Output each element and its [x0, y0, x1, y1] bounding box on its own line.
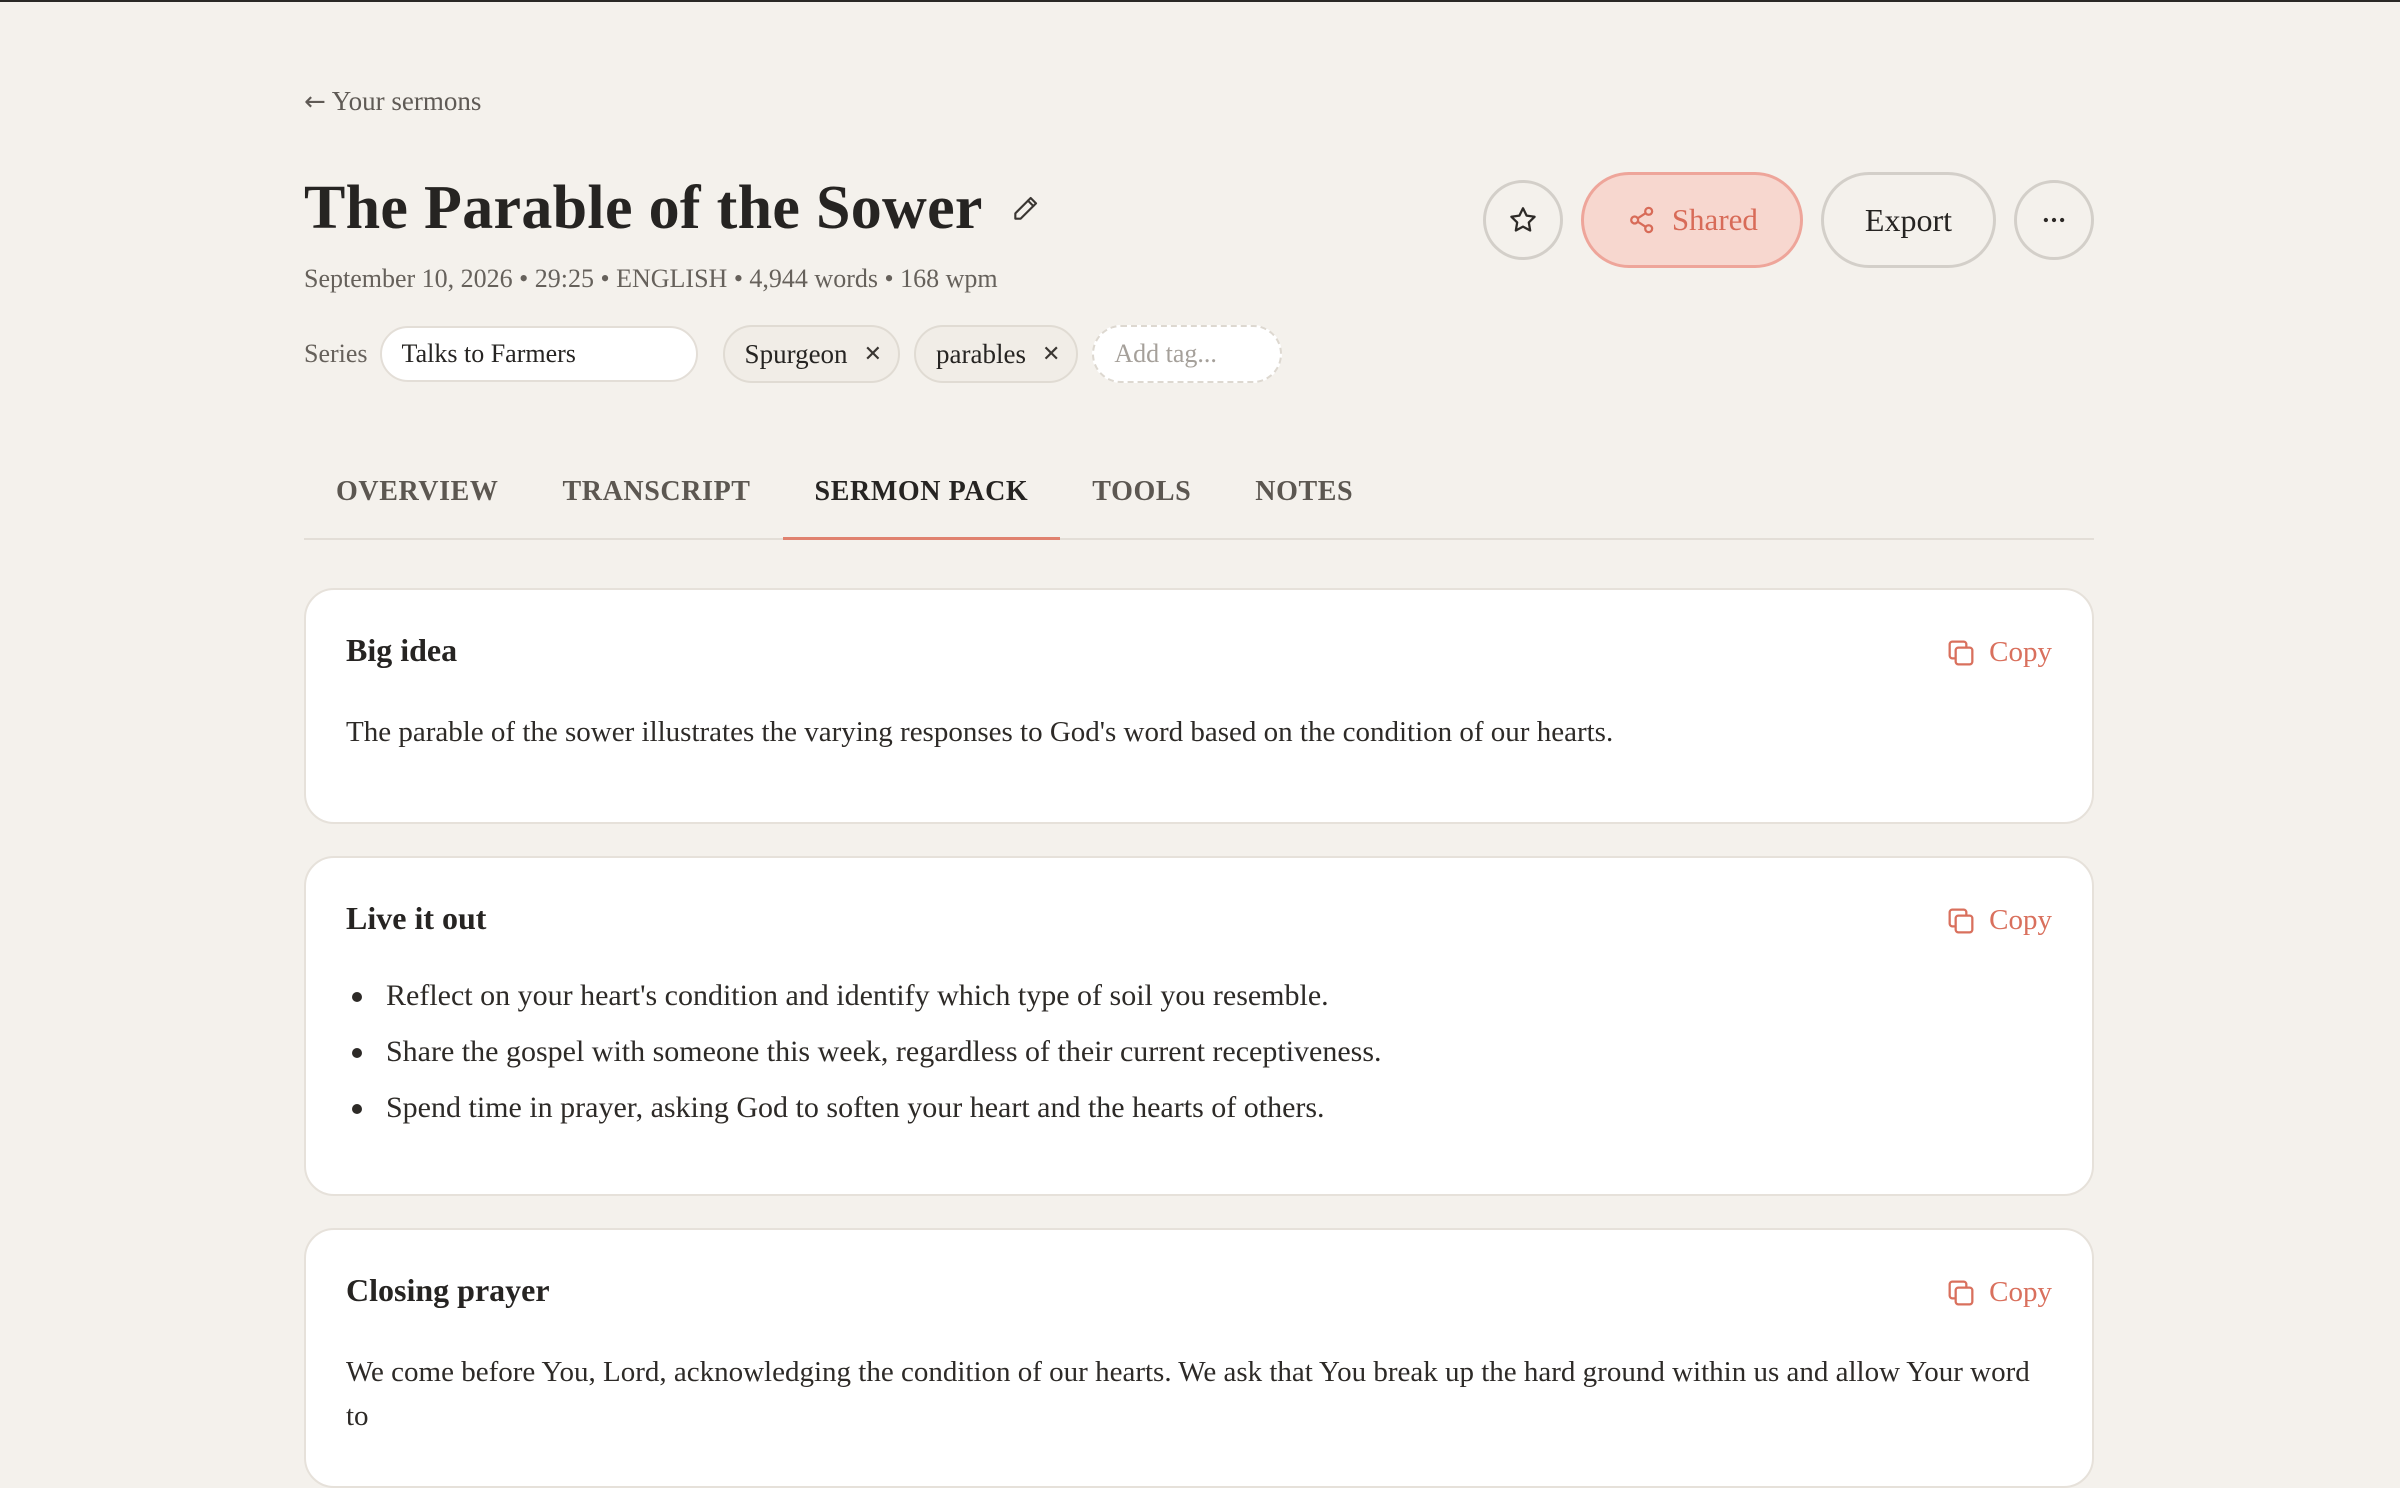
card-title: Closing prayer	[346, 1272, 550, 1308]
live-it-out-list: Reflect on your heart's condition and id…	[346, 968, 1382, 1136]
shared-label: Shared	[1671, 202, 1758, 237]
tab-overview[interactable]: OVERVIEW	[304, 458, 531, 538]
shared-button[interactable]: Shared	[1580, 172, 1803, 268]
copy-icon	[1948, 908, 1974, 933]
tab-tools[interactable]: TOOLS	[1060, 458, 1223, 538]
list-item: Share the gospel with someone this week,…	[346, 1024, 1382, 1080]
tags-row: Series Spurgeon ✕ parables ✕	[304, 324, 1283, 384]
copy-button[interactable]: Copy	[1945, 904, 2052, 937]
export-button[interactable]: Export	[1820, 172, 1996, 268]
tag-label: parables	[936, 338, 1026, 369]
close-icon[interactable]: ✕	[864, 342, 882, 367]
tag-label: Spurgeon	[744, 338, 848, 369]
closing-prayer-card: Closing prayer Copy We come before You, …	[304, 1228, 2094, 1488]
copy-label: Copy	[1989, 1276, 2052, 1308]
copy-icon	[1948, 640, 1974, 665]
tab-sermon-pack[interactable]: SERMON PACK	[782, 458, 1061, 540]
more-icon	[2043, 217, 2065, 223]
card-title: Big idea	[346, 632, 458, 668]
more-button[interactable]	[2014, 180, 2094, 260]
arrow-left-icon: ←	[304, 86, 326, 117]
copy-button[interactable]: Copy	[1945, 636, 2052, 669]
series-input[interactable]	[379, 326, 698, 382]
copy-label: Copy	[1989, 636, 2052, 668]
tab-bar: OVERVIEW TRANSCRIPT SERMON PACK TOOLS NO…	[304, 458, 2094, 540]
big-idea-text: The parable of the sower illustrates the…	[346, 716, 1614, 748]
close-icon[interactable]: ✕	[1042, 342, 1060, 367]
list-item: Reflect on your heart's condition and id…	[346, 968, 1382, 1024]
tab-notes[interactable]: NOTES	[1223, 458, 1385, 538]
live-it-out-card: Live it out Copy Reflect on your heart's…	[304, 856, 2094, 1196]
share-icon	[1629, 206, 1654, 234]
page-title: The Parable of the Sower	[304, 174, 983, 242]
title-row: The Parable of the Sower	[304, 168, 1043, 248]
tag-chip: Spurgeon ✕	[722, 325, 900, 383]
header-actions: Shared Export	[1482, 172, 2094, 268]
back-link[interactable]: ← Your sermons	[304, 86, 481, 117]
series-label: Series	[304, 339, 368, 368]
copy-button[interactable]: Copy	[1945, 1276, 2052, 1309]
closing-prayer-text: We come before You, Lord, acknowledging …	[346, 1356, 2030, 1432]
back-label: Your sermons	[331, 86, 482, 116]
pencil-icon[interactable]	[1009, 191, 1043, 225]
tag-chip: parables ✕	[914, 325, 1079, 383]
sermon-meta: September 10, 2026 • 29:25 • ENGLISH • 4…	[304, 264, 998, 293]
add-tag-input[interactable]	[1092, 325, 1283, 383]
copy-icon	[1948, 1280, 1974, 1305]
list-item: Spend time in prayer, asking God to soft…	[346, 1080, 1382, 1136]
big-idea-card: Big idea Copy The parable of the sower i…	[304, 588, 2094, 824]
star-icon	[1510, 207, 1536, 232]
favorite-button[interactable]	[1482, 180, 1563, 260]
sermon-page: ← Your sermons The Parable of the Sower …	[304, 0, 2094, 1488]
card-title: Live it out	[346, 900, 487, 936]
tab-transcript[interactable]: TRANSCRIPT	[531, 458, 783, 538]
copy-label: Copy	[1989, 904, 2052, 936]
export-label: Export	[1864, 201, 1952, 238]
